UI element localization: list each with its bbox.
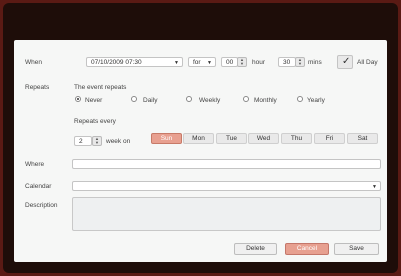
where-label: Where <box>25 161 45 168</box>
decrement-icon[interactable]: ▼ <box>296 62 304 66</box>
radio-yearly[interactable] <box>297 96 303 102</box>
hours-stepper[interactable]: ▲ ▼ <box>237 57 247 67</box>
radio-weekly[interactable] <box>186 96 192 102</box>
day-toggle-sun[interactable]: Sun <box>151 133 182 144</box>
mins-stepper[interactable]: ▲ ▼ <box>295 57 305 67</box>
repeat-interval-input[interactable]: 2 <box>74 136 92 146</box>
radio-never-label: Never <box>85 97 103 104</box>
repeats-heading: The event repeats <box>74 84 127 91</box>
radio-never[interactable] <box>75 96 81 102</box>
week-on-label: week on <box>106 138 131 145</box>
chevron-down-icon: ▼ <box>372 184 377 190</box>
chevron-down-icon: ▼ <box>207 60 212 66</box>
day-toggle-fri[interactable]: Fri <box>314 133 345 144</box>
repeats-label: Repeats <box>25 84 50 91</box>
day-toggle-wed[interactable]: Wed <box>248 133 279 144</box>
hours-value: 00 <box>226 59 234 66</box>
day-toggle-thu[interactable]: Thu <box>281 133 312 144</box>
delete-button[interactable]: Delete <box>234 243 277 255</box>
datetime-value: 07/10/2009 07:30 <box>91 59 142 66</box>
chevron-down-icon: ▼ <box>174 60 179 66</box>
checkmark-icon: ✓ <box>342 56 351 67</box>
day-toggle-mon[interactable]: Mon <box>183 133 214 144</box>
for-select[interactable]: for ▼ <box>188 57 216 67</box>
hour-unit-label: hour <box>252 59 266 66</box>
mins-unit-label: mins <box>308 59 322 66</box>
description-label: Description <box>25 202 58 209</box>
description-textarea[interactable] <box>72 197 381 231</box>
repeat-interval-stepper[interactable]: ▲ ▼ <box>92 136 102 146</box>
where-input[interactable] <box>72 159 381 169</box>
allday-checkbox[interactable]: ✓ <box>337 55 353 69</box>
allday-label: All Day <box>357 59 378 66</box>
save-button[interactable]: Save <box>334 243 379 255</box>
calendar-select[interactable]: ▼ <box>72 181 381 191</box>
repeats-every-label: Repeats every <box>74 118 116 125</box>
radio-monthly-label: Monthly <box>254 97 277 104</box>
repeat-interval-value: 2 <box>79 138 83 145</box>
decrement-icon[interactable]: ▼ <box>93 141 101 145</box>
radio-monthly[interactable] <box>243 96 249 102</box>
when-label: When <box>25 59 42 66</box>
radio-yearly-label: Yearly <box>307 97 325 104</box>
radio-weekly-label: Weekly <box>199 97 221 104</box>
for-label: for <box>193 59 201 66</box>
day-toggle-sat[interactable]: Sat <box>347 133 378 144</box>
datetime-select[interactable]: 07/10/2009 07:30 ▼ <box>86 57 183 67</box>
hours-input[interactable]: 00 <box>221 57 238 67</box>
mins-input[interactable]: 30 <box>278 57 296 67</box>
cancel-button[interactable]: Cancel <box>285 243 329 255</box>
decrement-icon[interactable]: ▼ <box>238 62 246 66</box>
radio-daily[interactable] <box>131 96 137 102</box>
radio-daily-label: Daily <box>143 97 158 104</box>
day-toggle-tue[interactable]: Tue <box>216 133 247 144</box>
mins-value: 30 <box>283 59 291 66</box>
calendar-label: Calendar <box>25 183 52 190</box>
